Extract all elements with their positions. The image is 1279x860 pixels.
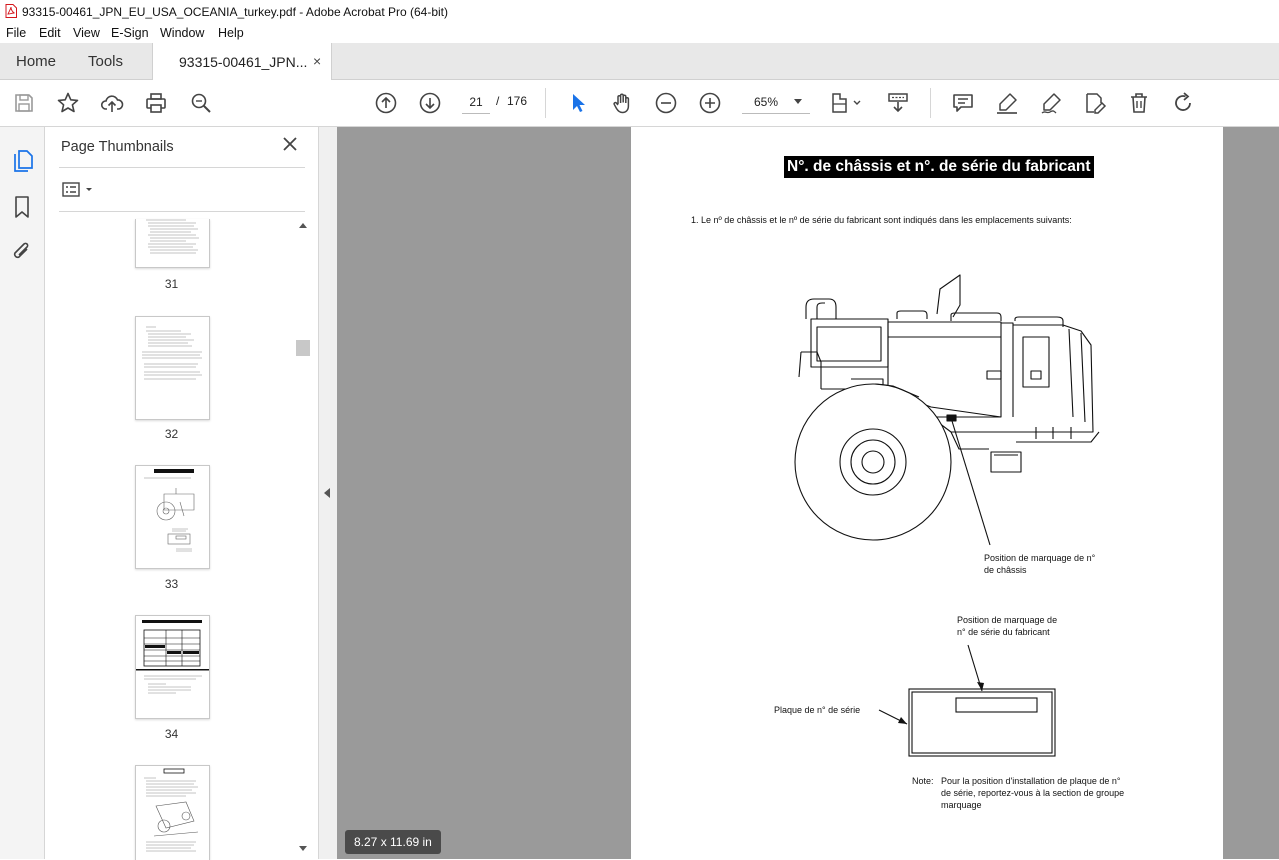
edit-document-icon[interactable] <box>1083 91 1107 115</box>
page-heading: N°. de châssis et n°. de série du fabric… <box>784 156 1094 178</box>
thumbnails-scrollbar[interactable] <box>296 219 310 855</box>
find-zoom-icon[interactable] <box>189 91 213 115</box>
rotate-icon[interactable] <box>1171 91 1195 115</box>
menu-esign[interactable]: E-Sign <box>111 26 149 40</box>
highlight-pen-icon[interactable] <box>995 91 1019 115</box>
fit-page-icon[interactable] <box>830 91 864 115</box>
bookmarks-icon[interactable] <box>13 195 31 219</box>
thumbnail-drawing <box>144 469 195 552</box>
menu-window[interactable]: Window <box>160 26 204 40</box>
tab-document[interactable]: 93315-00461_JPN... × <box>152 43 332 80</box>
tab-home[interactable]: Home <box>16 53 56 70</box>
toolbar-divider <box>930 88 931 118</box>
thumbnail-page-number: 32 <box>164 427 179 441</box>
serial-marking-label: Position de marquage de <box>957 615 1058 625</box>
chevron-down-icon <box>794 99 802 104</box>
scroll-up-icon[interactable] <box>299 223 307 228</box>
thumbnail-page-number: 33 <box>164 577 179 591</box>
page-separator: / <box>496 94 500 108</box>
zoom-level-select[interactable]: 65% <box>742 91 810 114</box>
menu-edit[interactable]: Edit <box>39 26 61 40</box>
thumbnail-page-number: 31 <box>164 277 179 291</box>
tab-bar: Home Tools 93315-00461_JPN... × <box>0 43 1279 80</box>
page-size-badge: 8.27 x 11.69 in <box>345 830 441 854</box>
hand-tool-icon[interactable] <box>610 91 634 115</box>
menu-help[interactable]: Help <box>218 26 244 40</box>
upload-cloud-icon[interactable] <box>100 91 124 115</box>
chassis-marking-label: Position de marquage de n° <box>984 553 1096 563</box>
zoom-out-icon[interactable] <box>654 91 678 115</box>
serial-plate-label: Plaque de n° de série <box>774 705 861 715</box>
note-text: marquage <box>941 800 982 810</box>
bookmark-star-icon[interactable] <box>56 91 80 115</box>
thumbnail-drawing <box>144 768 199 852</box>
page-total: 176 <box>507 94 528 108</box>
thumbnail-page-number: 34 <box>164 727 179 741</box>
tab-close-icon[interactable]: × <box>313 53 321 69</box>
note-text: Pour la position d'installation de plaqu… <box>941 776 1121 786</box>
menu-bar: File Edit View E-Sign Window Help <box>0 23 1279 43</box>
note-text: de série, reportez-vous à la section de … <box>941 788 1125 798</box>
note-label: Note: <box>912 776 934 786</box>
page-thumbnail[interactable] <box>135 316 210 420</box>
panel-collapse-handle[interactable] <box>319 127 337 859</box>
panel-divider <box>59 167 305 168</box>
scroll-down-icon[interactable] <box>299 846 307 851</box>
navigation-rail <box>0 127 45 859</box>
chassis-marking-label: de châssis <box>984 565 1027 575</box>
next-page-icon[interactable] <box>418 91 442 115</box>
select-cursor-icon[interactable] <box>566 91 590 115</box>
save-icon[interactable] <box>12 91 36 115</box>
delete-trash-icon[interactable] <box>1127 91 1151 115</box>
thumbnail-options-icon[interactable] <box>62 182 96 198</box>
scrollbar-thumb[interactable] <box>296 340 310 356</box>
serial-plate-diagram <box>878 644 1056 757</box>
wheel-loader-illustration <box>794 274 1100 546</box>
page-thumbnails-icon[interactable] <box>12 148 34 172</box>
page-thumbnails-panel: Page Thumbnails 31 32 33 34 <box>45 127 319 860</box>
pdf-file-icon <box>5 4 17 18</box>
toolbar-divider <box>545 88 546 118</box>
page-thumbnail[interactable] <box>135 615 210 719</box>
window-title: 93315-00461_JPN_EU_USA_OCEANIA_turkey.pd… <box>22 5 449 19</box>
intro-text: 1. Le nº de châssis et le nº de série du… <box>691 215 1072 225</box>
panel-divider <box>59 211 305 212</box>
tab-document-label: 93315-00461_JPN... <box>179 54 308 70</box>
toolbar: 21 / 176 65% <box>0 80 1279 127</box>
tab-tools[interactable]: Tools <box>88 53 123 70</box>
comment-icon[interactable] <box>951 91 975 115</box>
menu-view[interactable]: View <box>73 26 100 40</box>
document-viewer[interactable]: N°. de châssis et n°. de série du fabric… <box>337 127 1279 859</box>
panel-title: Page Thumbnails <box>61 139 174 155</box>
attachments-icon[interactable] <box>11 240 33 264</box>
page-number-input[interactable]: 21 <box>462 91 490 114</box>
page-thumbnail[interactable] <box>135 765 210 860</box>
thumbnail-text-lines <box>146 219 199 254</box>
title-bar: 93315-00461_JPN_EU_USA_OCEANIA_turkey.pd… <box>0 0 1279 23</box>
collapse-arrow-icon <box>324 488 330 498</box>
scroll-mode-icon[interactable] <box>886 91 910 115</box>
page-thumbnail[interactable] <box>135 465 210 569</box>
pdf-page: N°. de châssis et n°. de série du fabric… <box>631 127 1223 859</box>
thumbnail-table <box>136 620 209 694</box>
zoom-in-icon[interactable] <box>698 91 722 115</box>
print-icon[interactable] <box>144 91 168 115</box>
thumbnail-text-lines <box>142 326 202 380</box>
menu-file[interactable]: File <box>6 26 26 40</box>
sign-pen-icon[interactable] <box>1039 91 1063 115</box>
close-icon[interactable] <box>281 135 299 153</box>
zoom-level-value: 65% <box>754 95 779 109</box>
previous-page-icon[interactable] <box>374 91 398 115</box>
serial-marking-label: n° de série du fabricant <box>957 627 1050 637</box>
page-thumbnail[interactable] <box>135 219 210 268</box>
